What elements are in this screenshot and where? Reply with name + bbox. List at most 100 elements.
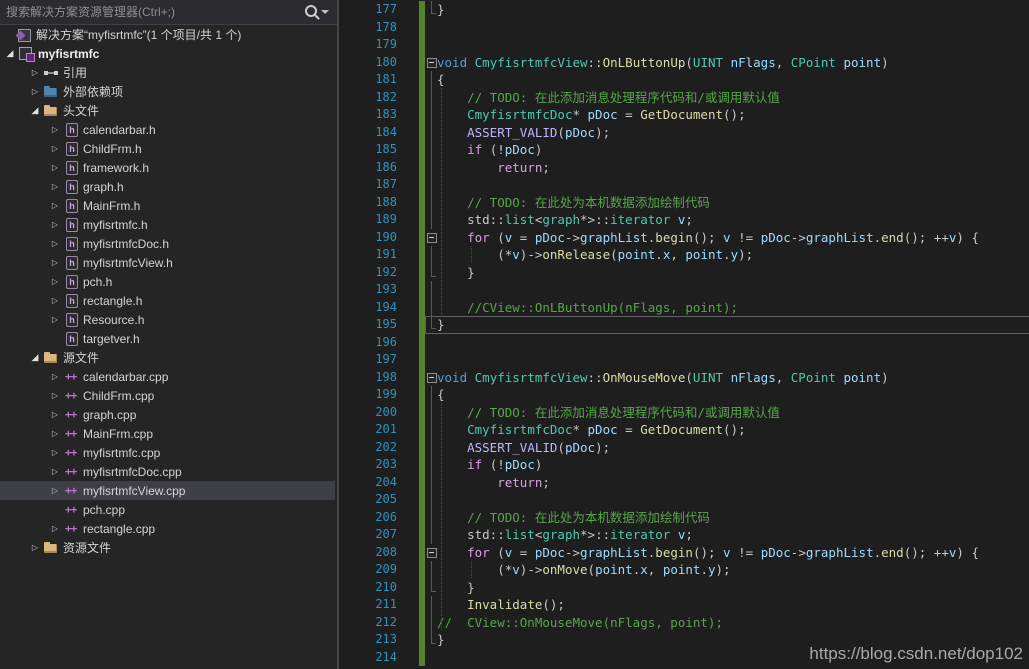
tree-item[interactable]: ▷myfisrtmfcDoc.cpp [0,462,335,481]
expander-icon[interactable]: ◢ [27,348,43,367]
tree-item[interactable]: ▷myfisrtmfcView.h [0,253,335,272]
code-line[interactable]: 200 // TODO: 在此添加消息处理程序代码和/或调用默认值 [341,404,1029,422]
expander-icon[interactable]: ▷ [47,462,63,481]
code-line[interactable]: 210 } [341,579,1029,597]
tree-item[interactable]: targetver.h [0,329,335,348]
tree-item[interactable]: 解决方案“myfisrtmfc”(1 个项目/共 1 个) [0,25,335,44]
tree-item[interactable]: ▷pch.h [0,272,335,291]
expander-icon[interactable]: ▷ [27,538,43,557]
code-line[interactable]: 191 (*v)->onRelease(point.x, point.y); [341,246,1029,264]
tree-item[interactable]: ▷calendarbar.cpp [0,367,335,386]
tree-item[interactable]: pch.cpp [0,500,335,519]
code-line[interactable]: 187 [341,176,1029,194]
code-token: :: [588,55,603,70]
code-line[interactable]: 183 CmyfisrtmfcDoc* pDoc = GetDocument()… [341,106,1029,124]
tree-item[interactable]: ▷graph.h [0,177,335,196]
code-line[interactable]: 205 [341,491,1029,509]
tree-item[interactable]: ▷ChildFrm.h [0,139,335,158]
tree-item[interactable]: ▷外部依赖项 [0,82,335,101]
line-number: 203 [341,456,397,474]
code-line[interactable]: 178 [341,19,1029,37]
code-editor[interactable]: 177}178179180void CmyfisrtmfcView::OnLBu… [341,0,1029,669]
expander-icon[interactable]: ▷ [47,234,63,253]
expander-icon[interactable]: ▷ [47,405,63,424]
expander-icon[interactable]: ▷ [47,177,63,196]
expander-icon[interactable]: ▷ [47,272,63,291]
tree-item[interactable]: ▷myfisrtmfc.cpp [0,443,335,462]
code-line[interactable]: 177} [341,1,1029,19]
expander-icon[interactable]: ▷ [47,196,63,215]
tree-item[interactable]: ▷rectangle.h [0,291,335,310]
code-line[interactable]: 199{ [341,386,1029,404]
tree-item[interactable]: ▷ rectangle.cpp [0,519,335,538]
tree-item[interactable]: ▷ChildFrm.cpp [0,386,335,405]
code-line[interactable]: 195} [341,316,1029,334]
code-line[interactable]: 202 ASSERT_VALID(pDoc); [341,439,1029,457]
tree-item[interactable]: ▷资源文件 [0,538,335,557]
code-line[interactable]: 194 //CView::OnLButtonUp(nFlags, point); [341,299,1029,317]
code-line[interactable]: 196 [341,334,1029,352]
code-line[interactable]: 192 } [341,264,1029,282]
tree-item[interactable]: ▷calendarbar.h [0,120,335,139]
tree-item[interactable]: ▷myfisrtmfcDoc.h [0,234,335,253]
code-line[interactable]: 197 [341,351,1029,369]
expander-icon[interactable]: ◢ [27,101,43,120]
expander-icon[interactable]: ▷ [47,291,63,310]
code-line[interactable]: 184 ASSERT_VALID(pDoc); [341,124,1029,142]
expander-icon[interactable]: ▷ [47,424,63,443]
code-line[interactable]: 207 std::list<graph*>::iterator v; [341,526,1029,544]
tree-item[interactable]: ◢源文件 [0,348,335,367]
code-line[interactable]: 188 // TODO: 在此处为本机数据添加绘制代码 [341,194,1029,212]
expander-icon[interactable]: ▷ [47,158,63,177]
tree-item[interactable]: ▷MainFrm.cpp [0,424,335,443]
code-line[interactable]: 186 return; [341,159,1029,177]
code-line[interactable]: 206 // TODO: 在此处为本机数据添加绘制代码 [341,509,1029,527]
code-line[interactable]: 203 if (!pDoc) [341,456,1029,474]
code-token: // TODO: 在此处为本机数据添加绘制代码 [437,510,710,525]
tree-item[interactable]: ▷MainFrm.h [0,196,335,215]
expander-icon[interactable]: ▷ [27,63,43,82]
code-line[interactable]: 208 for (v = pDoc->graphList.begin(); v … [341,544,1029,562]
code-line[interactable]: 182 // TODO: 在此添加消息处理程序代码和/或调用默认值 [341,89,1029,107]
code-token: (); [542,597,565,612]
expander-icon[interactable]: ▷ [47,139,63,158]
expander-icon[interactable]: ▷ [47,120,63,139]
search-button[interactable] [303,4,329,20]
tree-item[interactable]: ◢myfisrtmfc [0,44,335,63]
tree-item[interactable]: ▷myfisrtmfcView.cpp [0,481,335,500]
code-text: (*v)->onRelease(point.x, point.y); [437,246,753,264]
code-line[interactable]: 189 std::list<graph*>::iterator v; [341,211,1029,229]
expander-icon[interactable]: ▷ [47,481,63,500]
code-line[interactable]: 212// CView::OnMouseMove(nFlags, point); [341,614,1029,632]
tree-item[interactable]: ▷Resource.h [0,310,335,329]
code-line[interactable]: 198void CmyfisrtmfcView::OnMouseMove(UIN… [341,369,1029,387]
tree-item[interactable]: ▷graph.cpp [0,405,335,424]
code-line[interactable]: 179 [341,36,1029,54]
code-line[interactable]: 185 if (!pDoc) [341,141,1029,159]
cppfile-icon [63,464,81,480]
tree-item[interactable]: ▷framework.h [0,158,335,177]
code-line[interactable]: 190 for (v = pDoc->graphList.begin(); v … [341,229,1029,247]
expander-icon[interactable]: ▷ [47,215,63,234]
tree-item[interactable]: ◢头文件 [0,101,335,120]
tree-item[interactable]: ▷myfisrtmfc.h [0,215,335,234]
expander-icon[interactable]: ▷ [47,310,63,329]
code-line[interactable]: 209 (*v)->onMove(point.x, point.y); [341,561,1029,579]
expander-icon[interactable]: ▷ [47,253,63,272]
code-line[interactable]: 201 CmyfisrtmfcDoc* pDoc = GetDocument()… [341,421,1029,439]
code-line[interactable]: 193 [341,281,1029,299]
line-number: 213 [341,631,397,649]
expander-icon[interactable]: ▷ [27,82,43,101]
code-line[interactable]: 204 return; [341,474,1029,492]
code-line[interactable]: 211 Invalidate(); [341,596,1029,614]
code-line[interactable]: 181{ [341,71,1029,89]
expander-icon[interactable]: ◢ [2,44,18,63]
search-input[interactable]: 搜索解决方案资源管理器(Ctrl+;) [6,0,175,24]
code-line[interactable]: 180void CmyfisrtmfcView::OnLButtonUp(UIN… [341,54,1029,72]
expander-icon[interactable]: ▷ [47,443,63,462]
tree-item-label: rectangle.cpp [83,522,155,536]
expander-icon[interactable]: ▷ [47,519,63,538]
expander-icon[interactable]: ▷ [47,367,63,386]
expander-icon[interactable]: ▷ [47,386,63,405]
tree-item[interactable]: ▷引用 [0,63,335,82]
